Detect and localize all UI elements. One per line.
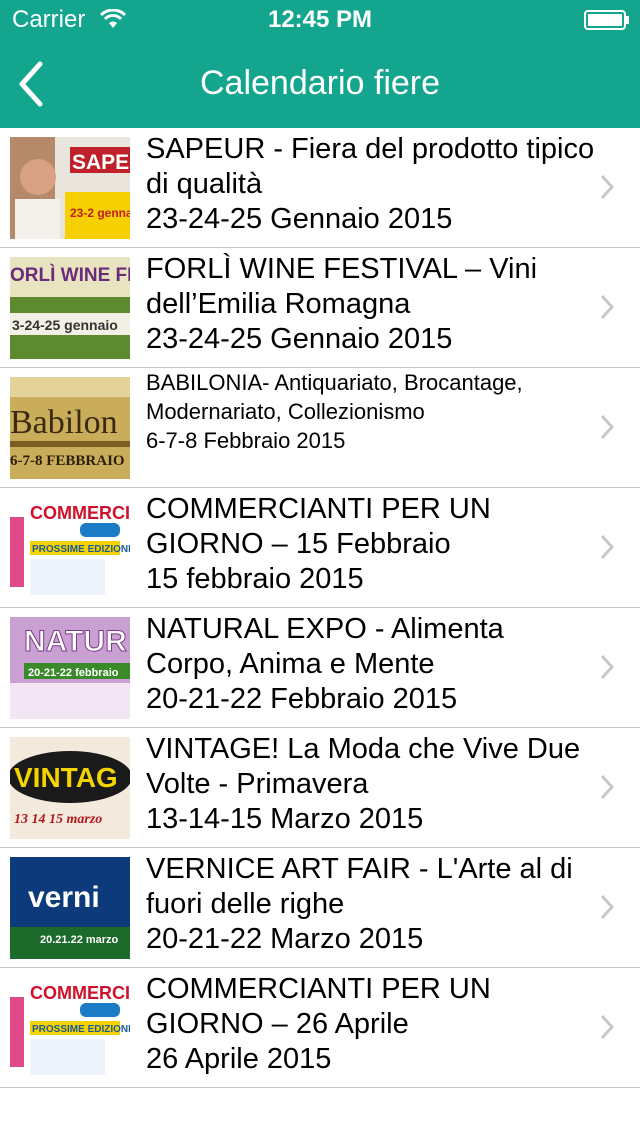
thumb-text: Babilon <box>10 404 118 441</box>
thumb-text: COMMERCIA <box>30 503 130 523</box>
thumb-sub: PROSSIME EDIZIONI <box>32 544 130 555</box>
event-title: BABILONIA- Antiquariato, Brocantage, Mod… <box>146 370 523 424</box>
event-title: VERNICE ART FAIR - L'Arte al di fuori de… <box>146 853 573 920</box>
status-bar: Carrier 12:45 PM <box>0 0 640 40</box>
event-date: 26 Aprile 2015 <box>146 1043 332 1075</box>
event-thumbnail: Babilon 6-7-8 FEBBRAIO <box>10 377 130 479</box>
battery-icon <box>584 10 629 30</box>
event-date: 15 febbraio 2015 <box>146 563 364 595</box>
chevron-right-icon <box>600 174 614 200</box>
event-title: COMMERCIANTI PER UN GIORNO – 15 Febbraio <box>146 493 491 560</box>
list-item[interactable]: COMMERCIA PROSSIME EDIZIONI COMMERCIANTI… <box>0 968 640 1088</box>
status-time: 12:45 PM <box>267 6 373 33</box>
event-date: 20-21-22 Febbraio 2015 <box>146 683 458 715</box>
thumb-sub: 3-24-25 gennaio <box>12 317 118 333</box>
event-text: FORLÌ WINE FESTIVAL – Vini dell’Emilia R… <box>146 252 596 357</box>
thumb-sub: 23-2 gennaio <box>70 206 130 220</box>
list-item[interactable]: verni 20.21.22 marzo VERNICE ART FAIR - … <box>0 848 640 968</box>
event-thumbnail: VINTAG 13 14 15 marzo <box>10 737 130 839</box>
event-title: FORLÌ WINE FESTIVAL – Vini dell’Emilia R… <box>146 253 538 320</box>
event-thumbnail: COMMERCIA PROSSIME EDIZIONI <box>10 977 130 1079</box>
chevron-right-icon <box>600 894 614 920</box>
chevron-right-icon <box>600 294 614 320</box>
chevron-right-icon <box>600 1014 614 1040</box>
thumb-sub: 20-21-22 febbraio <box>28 667 119 679</box>
event-thumbnail: verni 20.21.22 marzo <box>10 857 130 959</box>
list-item[interactable]: VINTAG 13 14 15 marzo VINTAGE! La Moda c… <box>0 728 640 848</box>
chevron-right-icon <box>600 534 614 560</box>
event-text: COMMERCIANTI PER UN GIORNO – 26 Aprile 2… <box>146 972 596 1077</box>
list-item[interactable]: NATUR 20-21-22 febbraio NATURAL EXPO - A… <box>0 608 640 728</box>
event-thumbnail: NATUR 20-21-22 febbraio <box>10 617 130 719</box>
event-thumbnail: COMMERCIA PROSSIME EDIZIONI <box>10 497 130 599</box>
thumb-sub: 13 14 15 marzo <box>14 812 102 827</box>
event-date: 6-7-8 Febbraio 2015 <box>146 428 346 453</box>
event-title: SAPEUR - Fiera del prodotto tipico di qu… <box>146 133 595 200</box>
list-item[interactable]: COMMERCIA PROSSIME EDIZIONI COMMERCIANTI… <box>0 488 640 608</box>
chevron-right-icon <box>600 654 614 680</box>
thumb-text: ORLÌ WINE FEST <box>10 264 130 286</box>
event-date: 23-24-25 Gennaio 2015 <box>146 203 453 235</box>
navigation-bar: Calendario fiere <box>0 40 640 128</box>
event-date: 20-21-22 Marzo 2015 <box>146 923 424 955</box>
event-thumbnail: SAPE 23-2 gennaio <box>10 137 130 239</box>
thumb-text: COMMERCIA <box>30 983 130 1003</box>
list-item[interactable]: ORLÌ WINE FEST 3-24-25 gennaio FORLÌ WIN… <box>0 248 640 368</box>
list-item[interactable]: Babilon 6-7-8 FEBBRAIO BABILONIA- Antiqu… <box>0 368 640 488</box>
event-text: COMMERCIANTI PER UN GIORNO – 15 Febbraio… <box>146 492 596 597</box>
event-text: NATURAL EXPO - Alimenta Corpo, Anima e M… <box>146 612 596 717</box>
event-text: VERNICE ART FAIR - L'Arte al di fuori de… <box>146 852 596 957</box>
event-date: 23-24-25 Gennaio 2015 <box>146 323 453 355</box>
thumb-sub: PROSSIME EDIZIONI <box>32 1024 130 1035</box>
event-text: SAPEUR - Fiera del prodotto tipico di qu… <box>146 132 596 237</box>
event-thumbnail: ORLÌ WINE FEST 3-24-25 gennaio <box>10 257 130 359</box>
thumb-text: verni <box>28 881 100 914</box>
event-title: NATURAL EXPO - Alimenta Corpo, Anima e M… <box>146 613 504 680</box>
thumb-text: VINTAG <box>14 762 118 793</box>
thumb-text: SAPE <box>72 151 129 174</box>
thumb-sub: 20.21.22 marzo <box>40 934 119 946</box>
event-text: VINTAGE! La Moda che Vive Due Volte - Pr… <box>146 732 596 837</box>
event-text: BABILONIA- Antiquariato, Brocantage, Mod… <box>146 368 596 455</box>
event-date: 13-14-15 Marzo 2015 <box>146 803 424 835</box>
chevron-right-icon <box>600 414 614 440</box>
chevron-right-icon <box>600 774 614 800</box>
event-title: VINTAGE! La Moda che Vive Due Volte - Pr… <box>146 733 581 800</box>
thumb-text: NATUR <box>24 625 127 658</box>
event-title: COMMERCIANTI PER UN GIORNO – 26 Aprile <box>146 973 491 1040</box>
list-item[interactable]: SAPE 23-2 gennaio SAPEUR - Fiera del pro… <box>0 128 640 248</box>
thumb-sub: 6-7-8 FEBBRAIO <box>10 453 125 469</box>
page-title: Calendario fiere <box>199 64 441 102</box>
event-list: SAPE 23-2 gennaio SAPEUR - Fiera del pro… <box>0 128 640 1088</box>
